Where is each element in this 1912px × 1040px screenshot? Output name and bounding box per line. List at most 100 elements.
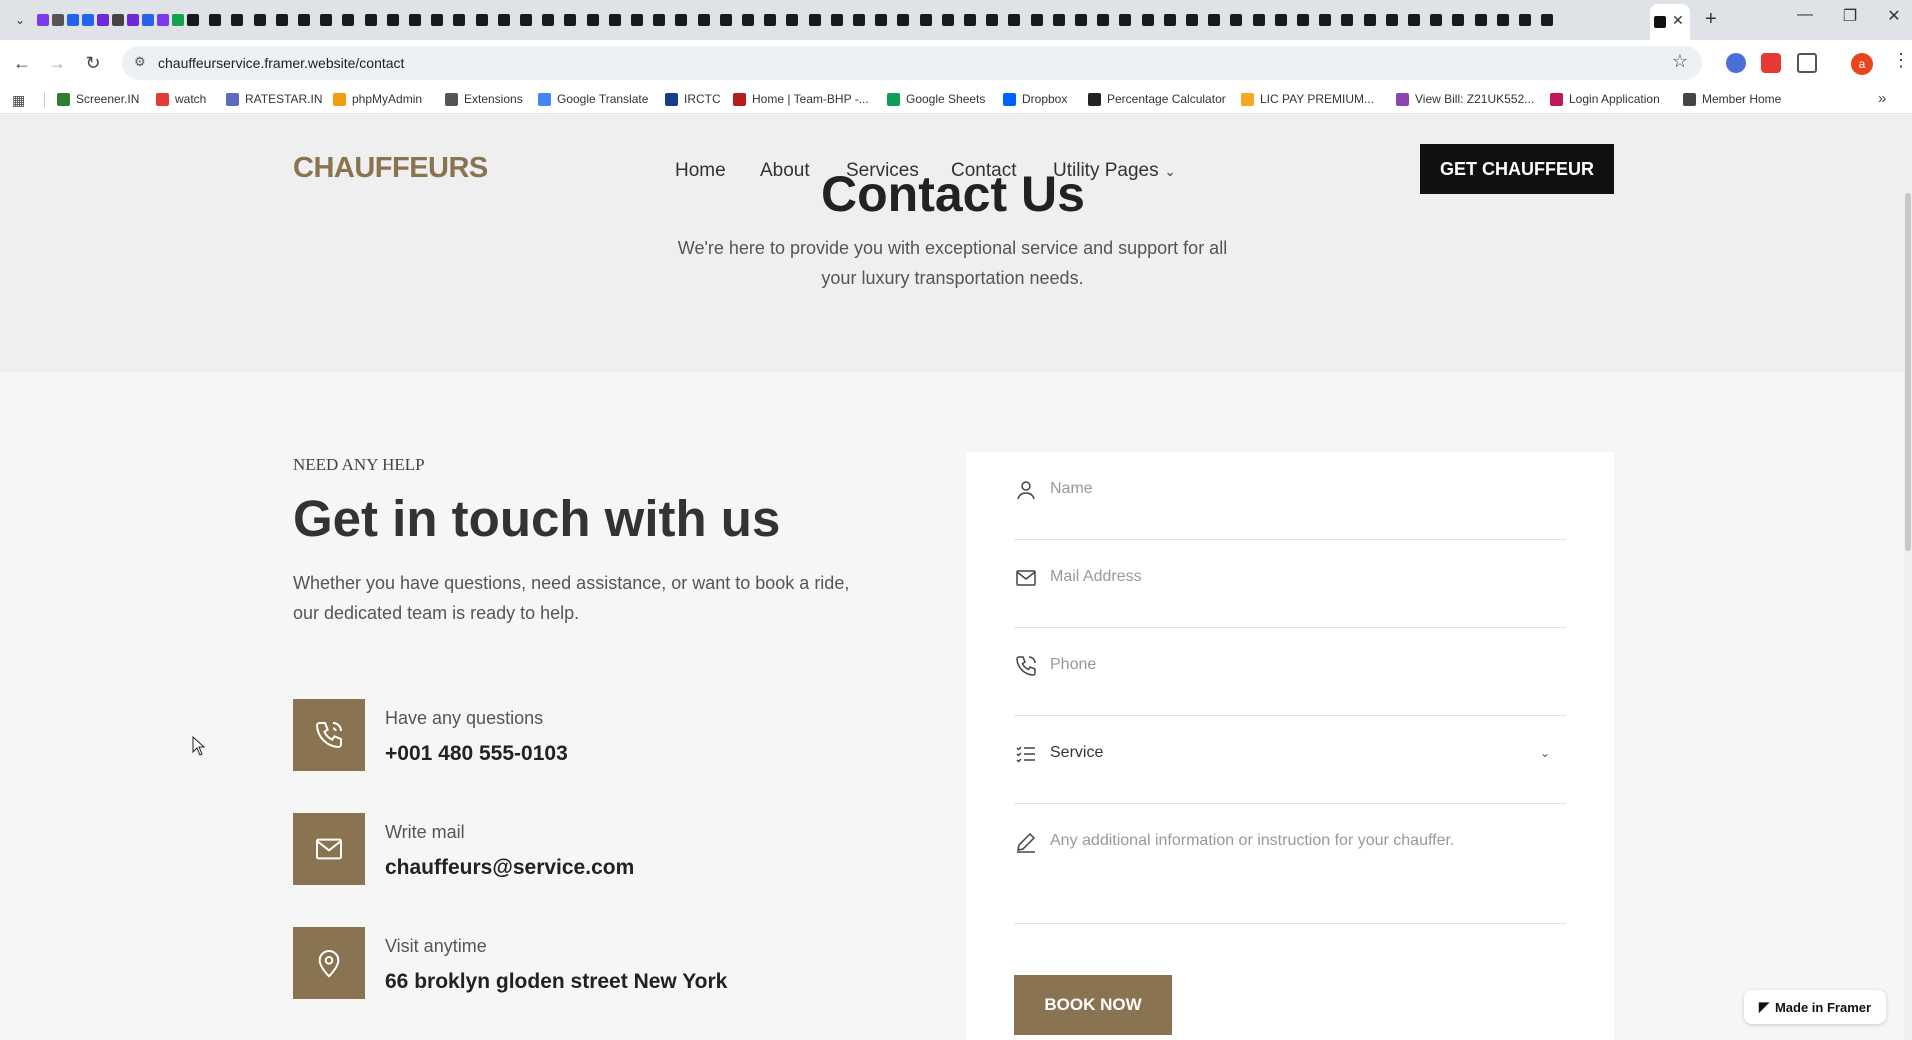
scrollbar-thumb[interactable] <box>1905 193 1911 551</box>
bookmark-star-icon[interactable]: ☆ <box>1672 51 1688 72</box>
bookmark-item[interactable]: Extensions <box>445 92 523 106</box>
bookmark-item[interactable]: RATESTAR.IN <box>226 92 323 106</box>
restore-icon[interactable]: ❐ <box>1830 6 1870 26</box>
pinned-tab[interactable] <box>1338 6 1356 34</box>
pinned-tab[interactable] <box>584 6 602 34</box>
extensions-puzzle-icon[interactable] <box>1797 53 1817 73</box>
tab-search-icon[interactable]: ⌄ <box>10 10 30 30</box>
pinned-tab[interactable] <box>1516 6 1534 34</box>
site-info-icon[interactable]: ⚙ <box>134 54 146 70</box>
minimize-icon[interactable]: — <box>1785 6 1825 24</box>
pinned-tab[interactable] <box>1405 6 1423 34</box>
profile-avatar[interactable]: a <box>1851 53 1873 75</box>
pinned-tab[interactable] <box>428 6 446 34</box>
pinned-tab[interactable] <box>339 6 357 34</box>
bookmark-item[interactable]: Google Sheets <box>887 92 985 106</box>
info-value-phone[interactable]: +001 480 555-0103 <box>385 742 568 766</box>
pinned-tab[interactable] <box>872 6 890 34</box>
pinned-tab[interactable] <box>739 6 757 34</box>
bookmark-item[interactable]: LIC PAY PREMIUM... <box>1241 92 1374 106</box>
pinned-tab[interactable] <box>1183 6 1201 34</box>
pinned-tab[interactable] <box>606 6 624 34</box>
pinned-tab[interactable] <box>1383 6 1401 34</box>
pinned-tab[interactable] <box>1250 6 1268 34</box>
pinned-tab[interactable] <box>1449 6 1467 34</box>
pinned-tab[interactable] <box>473 6 491 34</box>
address-bar[interactable]: ⚙ chauffeurservice.framer.website/contac… <box>122 46 1702 80</box>
pinned-tab[interactable] <box>561 6 579 34</box>
pinned-tab[interactable] <box>1227 6 1245 34</box>
pinned-tab[interactable] <box>384 6 402 34</box>
pinned-tab[interactable] <box>1538 6 1556 34</box>
pinned-tab[interactable] <box>628 6 646 34</box>
info-value-mail[interactable]: chauffeurs@service.com <box>385 856 634 880</box>
pinned-tab[interactable] <box>850 6 868 34</box>
bookmark-item[interactable]: watch <box>156 92 206 106</box>
pinned-tab[interactable] <box>695 6 713 34</box>
pinned-tab[interactable] <box>806 6 824 34</box>
notes-field[interactable]: Any additional information or instructio… <box>1014 804 1566 924</box>
close-window-icon[interactable]: ✕ <box>1874 6 1912 26</box>
pinned-tab[interactable] <box>983 6 1001 34</box>
pinned-tab[interactable] <box>1472 6 1490 34</box>
pinned-tab[interactable] <box>251 6 269 34</box>
bookmark-item[interactable]: phpMyAdmin <box>333 92 422 106</box>
pinned-tab[interactable] <box>1316 6 1334 34</box>
pinned-tab[interactable] <box>317 6 335 34</box>
book-now-button[interactable]: BOOK NOW <box>1014 975 1172 1035</box>
pinned-tab[interactable] <box>450 6 468 34</box>
pinned-tab[interactable] <box>761 6 779 34</box>
url-text[interactable]: chauffeurservice.framer.website/contact <box>158 55 404 71</box>
reload-icon[interactable]: ↻ <box>81 51 105 75</box>
pinned-tab[interactable] <box>917 6 935 34</box>
bookmark-item[interactable]: IRCTC <box>665 92 721 106</box>
pinned-tab[interactable] <box>495 6 513 34</box>
pinned-tab[interactable] <box>1094 6 1112 34</box>
email-input[interactable]: Mail Address <box>1050 568 1142 586</box>
tab-close-icon[interactable]: ✕ <box>1672 12 1684 29</box>
pinned-tab[interactable] <box>650 6 668 34</box>
bookmark-item[interactable]: Login Application <box>1550 92 1660 106</box>
bookmark-item[interactable]: Screener.IN <box>57 92 139 106</box>
chevron-down-icon[interactable]: ⌄ <box>1540 746 1550 760</box>
pinned-tab[interactable] <box>783 6 801 34</box>
made-in-framer-badge[interactable]: ◤ Made in Framer <box>1744 990 1886 1024</box>
pinned-tab[interactable] <box>406 6 424 34</box>
pinned-tab[interactable] <box>362 6 380 34</box>
pinned-tab[interactable] <box>1116 6 1134 34</box>
pinned-tab[interactable] <box>961 6 979 34</box>
nav-about[interactable]: About <box>760 160 810 182</box>
pinned-tab[interactable] <box>1005 6 1023 34</box>
site-logo[interactable]: CHAUFFEURS <box>293 152 488 185</box>
pinned-tab[interactable] <box>1272 6 1290 34</box>
extension-icon[interactable] <box>1726 53 1746 73</box>
pinned-tab[interactable] <box>295 6 313 34</box>
pinned-tab[interactable] <box>939 6 957 34</box>
get-chauffeur-button[interactable]: GET CHAUFFEUR <box>1420 144 1614 194</box>
new-tab-button[interactable]: + <box>1705 8 1717 31</box>
pinned-tab[interactable] <box>1361 6 1379 34</box>
pinned-tab[interactable] <box>1494 6 1512 34</box>
bookmark-item[interactable]: Home | Team-BHP -... <box>733 92 869 106</box>
pinned-tab[interactable] <box>717 6 735 34</box>
pinned-tab[interactable] <box>1161 6 1179 34</box>
email-field[interactable]: Mail Address <box>1014 540 1566 628</box>
pinned-tab[interactable] <box>1139 6 1157 34</box>
page-scrollbar[interactable] <box>1904 115 1912 1040</box>
shield-extension-icon[interactable] <box>1761 53 1781 73</box>
back-icon[interactable]: ← <box>10 51 34 75</box>
menu-kebab-icon[interactable]: ⋮ <box>1892 50 1910 71</box>
phone-field[interactable]: Phone <box>1014 628 1566 716</box>
pinned-tab[interactable] <box>1050 6 1068 34</box>
more-bookmarks-icon[interactable]: » <box>1878 90 1886 107</box>
nav-home[interactable]: Home <box>675 160 726 182</box>
nav-services[interactable]: Services <box>846 160 919 182</box>
pinned-tab[interactable] <box>828 6 846 34</box>
pinned-tab[interactable] <box>1072 6 1090 34</box>
pinned-tab[interactable] <box>1427 6 1445 34</box>
nav-utility-pages[interactable]: Utility Pages ⌄ <box>1053 160 1176 182</box>
bookmark-item[interactable]: Member Home <box>1683 92 1781 106</box>
pinned-tab[interactable] <box>1028 6 1046 34</box>
pinned-tab[interactable] <box>273 6 291 34</box>
pinned-tab[interactable] <box>1205 6 1223 34</box>
